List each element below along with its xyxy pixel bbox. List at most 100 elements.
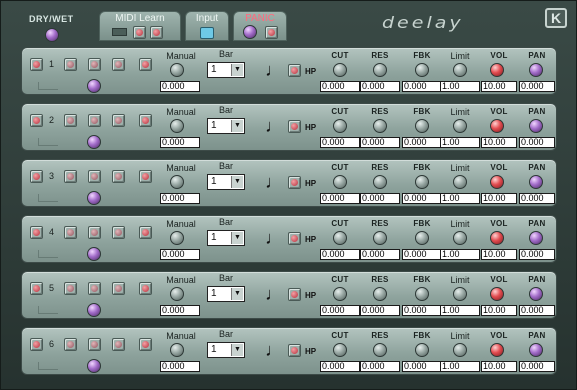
limit-value[interactable]: 1.00 [440,137,480,148]
limit-knob[interactable] [453,119,467,133]
tab-midi-learn[interactable]: MIDI Learn [99,11,181,41]
res-knob[interactable] [373,231,387,245]
vol-value[interactable]: 10.00 [481,249,517,260]
fbk-knob[interactable] [415,287,429,301]
panic-button[interactable] [265,26,278,39]
hp-button[interactable] [288,344,301,357]
fbk-value[interactable]: 0.000 [402,137,442,148]
pan-knob[interactable] [529,287,543,301]
channel-knob-icon[interactable] [87,247,101,261]
manual-knob[interactable] [170,63,184,77]
channel-button-a[interactable] [64,170,77,183]
fbk-knob[interactable] [415,63,429,77]
chevron-down-icon[interactable]: ▼ [231,176,243,188]
cut-knob[interactable] [333,287,347,301]
channel-button-b[interactable] [88,170,101,183]
res-knob[interactable] [373,287,387,301]
res-value[interactable]: 0.000 [360,249,400,260]
channel-button-a[interactable] [64,282,77,295]
limit-value[interactable]: 1.00 [440,305,480,316]
pan-knob[interactable] [529,343,543,357]
manual-knob[interactable] [170,343,184,357]
vol-knob[interactable] [490,63,504,77]
channel-button-a[interactable] [64,114,77,127]
pan-value[interactable]: 0.000 [519,137,555,148]
channel-enable-button[interactable] [30,282,43,295]
channel-enable-button[interactable] [30,226,43,239]
fbk-value[interactable]: 0.000 [402,193,442,204]
channel-button-c[interactable] [112,282,125,295]
bar-select[interactable]: 1 ▼ [207,286,245,302]
hp-button[interactable] [288,176,301,189]
bar-select[interactable]: 1 ▼ [207,230,245,246]
bar-select[interactable]: 1 ▼ [207,62,245,78]
pan-knob[interactable] [529,63,543,77]
channel-knob-icon[interactable] [87,135,101,149]
channel-button-d[interactable] [139,226,152,239]
manual-knob[interactable] [170,119,184,133]
fbk-knob[interactable] [415,119,429,133]
channel-button-a[interactable] [64,226,77,239]
channel-button-a[interactable] [64,58,77,71]
input-toggle[interactable] [200,27,214,39]
manual-value[interactable]: 0.000 [160,361,200,372]
pan-value[interactable]: 0.000 [519,193,555,204]
chevron-down-icon[interactable]: ▼ [231,64,243,76]
cut-knob[interactable] [333,343,347,357]
cut-knob[interactable] [333,231,347,245]
chevron-down-icon[interactable]: ▼ [231,120,243,132]
fbk-value[interactable]: 0.000 [402,249,442,260]
limit-value[interactable]: 1.00 [440,361,480,372]
hp-button[interactable] [288,288,301,301]
channel-button-b[interactable] [88,114,101,127]
hp-button[interactable] [288,232,301,245]
tab-panic[interactable]: PANIC [233,11,287,41]
pan-knob[interactable] [529,175,543,189]
res-value[interactable]: 0.000 [360,81,400,92]
vol-value[interactable]: 10.00 [481,305,517,316]
limit-value[interactable]: 1.00 [440,249,480,260]
cut-value[interactable]: 0.000 [320,193,360,204]
limit-knob[interactable] [453,287,467,301]
pan-knob[interactable] [529,119,543,133]
limit-value[interactable]: 1.00 [440,81,480,92]
channel-button-b[interactable] [88,58,101,71]
channel-knob-icon[interactable] [87,79,101,93]
channel-button-c[interactable] [112,338,125,351]
limit-knob[interactable] [453,343,467,357]
manual-value[interactable]: 0.000 [160,193,200,204]
pan-value[interactable]: 0.000 [519,81,555,92]
vol-value[interactable]: 10.00 [481,193,517,204]
channel-button-c[interactable] [112,226,125,239]
cut-knob[interactable] [333,119,347,133]
cut-value[interactable]: 0.000 [320,249,360,260]
channel-button-c[interactable] [112,170,125,183]
cut-value[interactable]: 0.000 [320,81,360,92]
channel-button-b[interactable] [88,226,101,239]
manual-value[interactable]: 0.000 [160,81,200,92]
manual-value[interactable]: 0.000 [160,305,200,316]
vol-knob[interactable] [490,231,504,245]
fbk-knob[interactable] [415,343,429,357]
midi-learn-button-a[interactable] [133,26,146,39]
cut-knob[interactable] [333,63,347,77]
channel-enable-button[interactable] [30,170,43,183]
cut-value[interactable]: 0.000 [320,137,360,148]
res-value[interactable]: 0.000 [360,193,400,204]
channel-enable-button[interactable] [30,114,43,127]
res-knob[interactable] [373,343,387,357]
vol-knob[interactable] [490,119,504,133]
cut-value[interactable]: 0.000 [320,305,360,316]
channel-button-d[interactable] [139,338,152,351]
chevron-down-icon[interactable]: ▼ [231,288,243,300]
fbk-knob[interactable] [415,175,429,189]
vol-value[interactable]: 10.00 [481,361,517,372]
cut-knob[interactable] [333,175,347,189]
vol-knob[interactable] [490,287,504,301]
channel-button-d[interactable] [139,282,152,295]
pan-value[interactable]: 0.000 [519,249,555,260]
cut-value[interactable]: 0.000 [320,361,360,372]
limit-knob[interactable] [453,63,467,77]
vol-knob[interactable] [490,343,504,357]
vol-value[interactable]: 10.00 [481,81,517,92]
